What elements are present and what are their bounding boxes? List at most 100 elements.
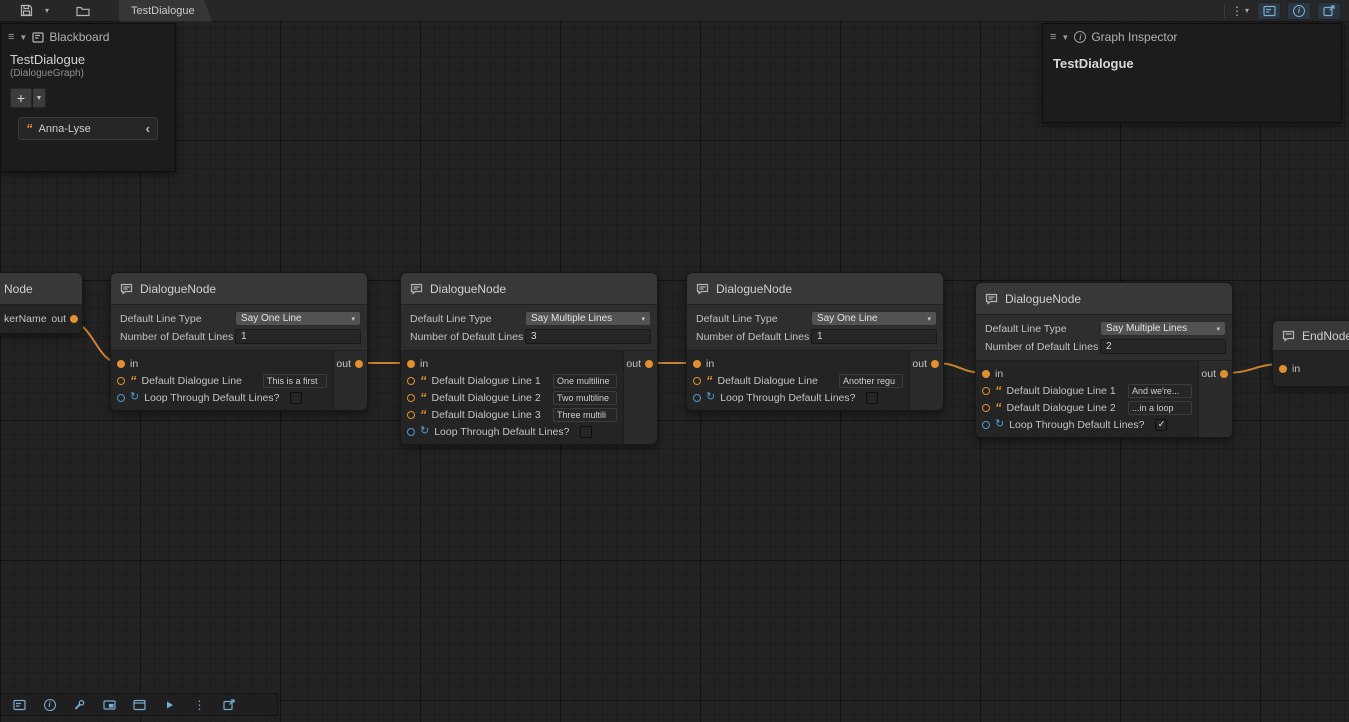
drag-handle-icon[interactable]: ≡ (1050, 31, 1056, 43)
toolbar-more-button[interactable]: ⋮ ▾ (1231, 4, 1251, 18)
minimap-toggle-button[interactable] (96, 695, 123, 714)
settings-button[interactable] (66, 695, 93, 714)
line-type-row: Default Line Type Say One Line ▾ (693, 310, 937, 327)
dialogue-line-input[interactable]: Another regu (839, 374, 903, 388)
flow-out-port[interactable] (1220, 370, 1228, 378)
dialogue-line-port[interactable] (407, 411, 415, 419)
loop-checkbox[interactable] (290, 392, 302, 404)
in-port-row: in (111, 355, 333, 372)
inspector-toggle-button[interactable]: i (36, 695, 63, 714)
loop-checkbox[interactable] (866, 392, 878, 404)
collapse-arrow-icon[interactable]: ▼ (19, 33, 27, 42)
speaker-node-partial[interactable]: Node kerName out (0, 272, 83, 334)
loop-port[interactable] (982, 421, 990, 429)
open-external-button[interactable] (1317, 2, 1341, 20)
loop-checkbox[interactable]: ✓ (1155, 419, 1167, 431)
node-header[interactable]: DialogueNode (976, 283, 1232, 315)
dialogue-node-1[interactable]: DialogueNode Default Line Type Say One L… (110, 272, 368, 411)
dialogue-line-input[interactable]: ...in a loop (1128, 401, 1192, 415)
dialogue-line-input[interactable]: And we're... (1128, 384, 1192, 398)
line-type-dropdown[interactable]: Say One Line ▾ (811, 311, 937, 326)
collapse-arrow-icon[interactable]: ▼ (1061, 33, 1069, 42)
panel-toggle-button[interactable] (126, 695, 153, 714)
preview-toggle-button[interactable] (156, 695, 183, 714)
line-type-value: Say One Line (817, 313, 878, 324)
expand-property-icon[interactable]: ‹ (146, 121, 150, 136)
num-lines-input[interactable]: 1 (235, 329, 361, 344)
more-options-button[interactable]: ⋮ (186, 695, 213, 714)
dialogue-line-port[interactable] (407, 394, 415, 402)
blackboard-property-row[interactable]: “ Anna-Lyse ‹ (18, 117, 158, 140)
open-external-window-button[interactable] (216, 695, 243, 714)
node-header[interactable]: DialogueNode (687, 273, 943, 305)
add-property-button[interactable]: + (10, 88, 32, 108)
dialogue-line-port[interactable] (982, 404, 990, 412)
out-label: out (1201, 368, 1216, 380)
dialogue-line-input[interactable]: This is a first (263, 374, 327, 388)
blackboard-graph-name: TestDialogue (1, 50, 175, 67)
add-property-dropdown[interactable]: ▼ (33, 88, 46, 108)
dialogue-node-3[interactable]: DialogueNode Default Line Type Say One L… (686, 272, 944, 411)
dialogue-line-port[interactable] (407, 377, 415, 385)
node-header[interactable]: EndNode (1273, 321, 1349, 351)
flow-in-port[interactable] (1279, 365, 1287, 373)
line-type-dropdown[interactable]: Say Multiple Lines ▾ (525, 311, 651, 326)
flow-in-port[interactable] (982, 370, 990, 378)
loop-port[interactable] (407, 428, 415, 436)
out-label: out (336, 358, 351, 370)
string-type-icon: “ (26, 122, 33, 135)
end-node[interactable]: EndNode in (1272, 320, 1349, 387)
node-header[interactable]: DialogueNode (401, 273, 657, 305)
dialogue-node-icon (120, 283, 133, 295)
open-folder-button[interactable] (73, 2, 93, 20)
dialogue-node-4[interactable]: DialogueNode Default Line Type Say Multi… (975, 282, 1233, 438)
node-ports: in “ Default Dialogue Line 1 And we're..… (976, 361, 1232, 437)
flow-in-port[interactable] (693, 360, 701, 368)
flow-out-port[interactable] (70, 315, 78, 323)
node-header[interactable]: Node (0, 273, 82, 305)
inspector-icon: i (1293, 5, 1305, 17)
num-lines-row: Number of Default Lines 3 (407, 328, 651, 345)
graph-tab[interactable]: TestDialogue (119, 0, 213, 22)
num-lines-input[interactable]: 2 (1100, 339, 1226, 354)
toggle-blackboard-button[interactable] (1257, 2, 1281, 20)
flow-out-port[interactable] (645, 360, 653, 368)
dialogue-line-label: Default Dialogue Line 2 (432, 392, 541, 404)
num-lines-input[interactable]: 1 (811, 329, 937, 344)
dialogue-node-2[interactable]: DialogueNode Default Line Type Say Multi… (400, 272, 658, 445)
quote-icon: “ (420, 391, 427, 404)
save-button[interactable] (16, 2, 36, 20)
line-type-dropdown[interactable]: Say One Line ▾ (235, 311, 361, 326)
loop-port[interactable] (693, 394, 701, 402)
node-header[interactable]: DialogueNode (111, 273, 367, 305)
external-link-icon (1323, 5, 1336, 17)
dialogue-line-input[interactable]: Two multiline (553, 391, 617, 405)
minimap-icon (103, 699, 116, 711)
save-dropdown-button[interactable]: ▾ (37, 2, 57, 20)
dialogue-line-input[interactable]: Three multili (553, 408, 617, 422)
flow-out-port[interactable] (931, 360, 939, 368)
toggle-inspector-button[interactable]: i (1287, 2, 1311, 20)
inspector-header[interactable]: ≡ ▼ i Graph Inspector (1043, 24, 1341, 50)
node-title: DialogueNode (716, 282, 792, 296)
line-type-dropdown[interactable]: Say Multiple Lines ▾ (1100, 321, 1226, 336)
num-lines-input[interactable]: 3 (525, 329, 651, 344)
flow-in-port[interactable] (407, 360, 415, 368)
inspector-panel-icon: i (1074, 31, 1086, 43)
loop-checkbox[interactable] (580, 426, 592, 438)
flow-out-port[interactable] (355, 360, 363, 368)
num-lines-label: Number of Default Lines (407, 331, 525, 343)
out-port-row: out (628, 355, 653, 372)
dialogue-line-port[interactable] (982, 387, 990, 395)
dialogue-line-port[interactable] (117, 377, 125, 385)
num-lines-row: Number of Default Lines 1 (693, 328, 937, 345)
dialogue-line-label: Default Dialogue Line (142, 375, 242, 387)
in-label: in (706, 358, 714, 370)
blackboard-header[interactable]: ≡ ▼ Blackboard (1, 24, 175, 50)
flow-in-port[interactable] (117, 360, 125, 368)
dialogue-line-port[interactable] (693, 377, 701, 385)
dialogue-line-input[interactable]: One multiline (553, 374, 617, 388)
loop-port[interactable] (117, 394, 125, 402)
drag-handle-icon[interactable]: ≡ (8, 31, 14, 43)
blackboard-toggle-button[interactable] (6, 695, 33, 714)
